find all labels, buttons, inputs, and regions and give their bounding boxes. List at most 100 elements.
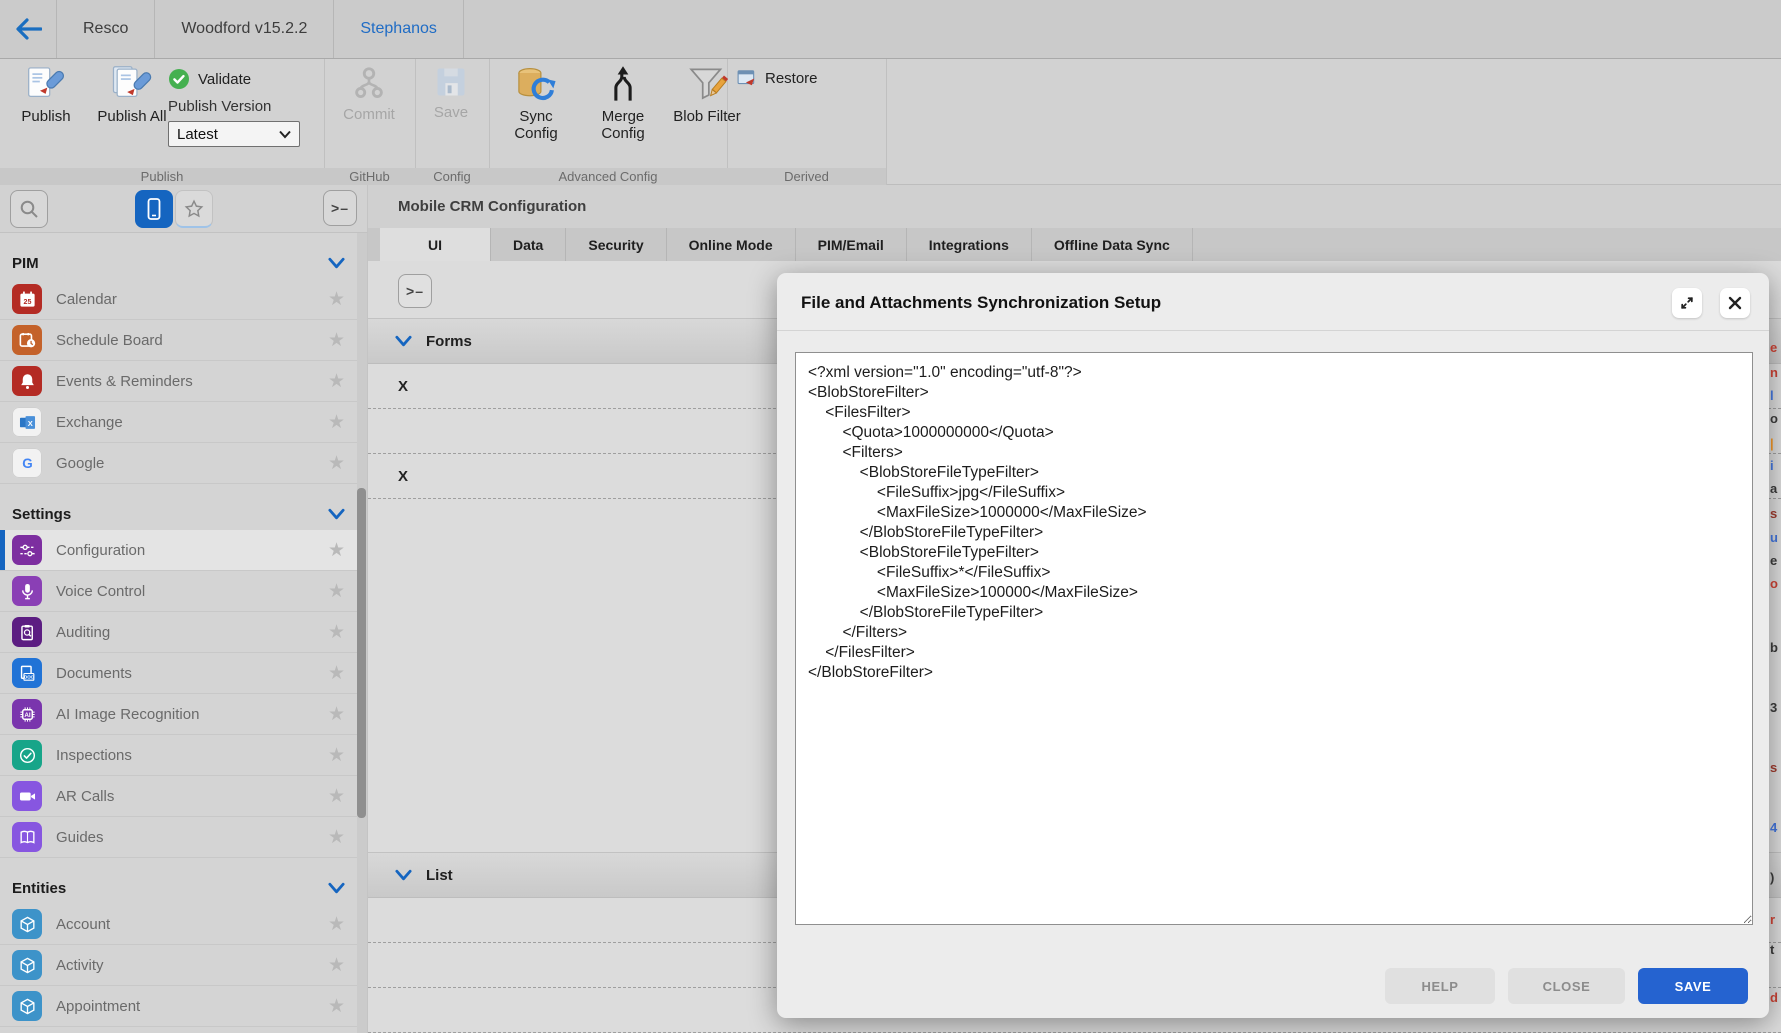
sidebar-item-configuration[interactable]: Configuration★ (0, 530, 367, 571)
sidebar-item-exchange[interactable]: XExchange★ (0, 402, 367, 443)
favorite-star-icon[interactable]: ★ (328, 582, 345, 601)
publish-button[interactable]: Publish (8, 64, 84, 125)
clipped-text-fragment: d (1770, 990, 1778, 1005)
close-icon (1728, 296, 1742, 310)
clipped-text-fragment: b (1770, 640, 1778, 655)
sidebar-item-calendar[interactable]: 25Calendar★ (0, 279, 367, 320)
audit-icon (18, 623, 37, 642)
search-icon (18, 198, 40, 220)
sidebar-item-schedule-board[interactable]: Schedule Board★ (0, 320, 367, 361)
sidebar-item-events-reminders[interactable]: Events & Reminders★ (0, 361, 367, 402)
tab-data[interactable]: Data (491, 228, 566, 261)
page-title: Mobile CRM Configuration (398, 185, 586, 228)
validate-check-icon (168, 68, 190, 90)
tab-security[interactable]: Security (566, 228, 666, 261)
favorite-star-icon[interactable]: ★ (328, 664, 345, 683)
documents-icon: DOC (18, 664, 37, 683)
sidebar-item-activity[interactable]: Activity★ (0, 945, 367, 986)
favorite-star-icon[interactable]: ★ (328, 623, 345, 642)
svg-text:AI: AI (24, 712, 31, 719)
tab-online-mode[interactable]: Online Mode (667, 228, 796, 261)
video-camera-icon-tile (12, 781, 42, 811)
svg-text:25: 25 (23, 297, 31, 305)
favorite-star-icon[interactable]: ★ (328, 915, 345, 934)
calendar-icon: 25 (18, 290, 37, 309)
sidebar-item-voice-control[interactable]: Voice Control★ (0, 571, 367, 612)
chevron-down-icon (328, 508, 345, 521)
favorite-star-icon[interactable]: ★ (328, 454, 345, 473)
clipped-text-fragment: o (1770, 411, 1778, 426)
save-dialog-button[interactable]: SAVE (1638, 968, 1748, 1004)
topbar-tab-resco[interactable]: Resco (57, 0, 155, 58)
mobile-view-button[interactable] (135, 190, 173, 228)
favorite-star-icon[interactable]: ★ (328, 541, 345, 560)
sidebar-item-ar-calls[interactable]: AR Calls★ (0, 776, 367, 817)
sidebar-item-ai-image-recognition[interactable]: AIAI Image Recognition★ (0, 694, 367, 735)
blob-filter-xml-editor[interactable] (795, 352, 1753, 925)
favorite-star-icon[interactable]: ★ (328, 413, 345, 432)
topbar-tab-woodford-v15-2-2[interactable]: Woodford v15.2.2 (155, 0, 334, 58)
sidebar-item-documents[interactable]: DOCDocuments★ (0, 653, 367, 694)
clipped-text-fragment: o (1770, 576, 1778, 591)
favorite-star-icon[interactable]: ★ (328, 331, 345, 350)
validate-button[interactable]: Validate (168, 68, 251, 90)
clipped-text-fragment: l (1770, 388, 1774, 403)
sidebar-section-settings[interactable]: Settings (0, 498, 367, 530)
favorite-star-icon[interactable]: ★ (328, 705, 345, 724)
favorite-star-icon[interactable]: ★ (328, 746, 345, 765)
expand-dialog-button[interactable] (1672, 288, 1702, 318)
sidebar-item-appointment[interactable]: Appointment★ (0, 986, 367, 1027)
tab-pim-email[interactable]: PIM/Email (796, 228, 907, 261)
microphone-icon-tile (12, 576, 42, 606)
bell-icon-tile (12, 366, 42, 396)
topbar-tab-stephanos[interactable]: Stephanos (334, 0, 464, 58)
sliders-icon-tile (12, 535, 42, 565)
favorites-filter-button[interactable] (175, 190, 213, 228)
sidebar-item-account[interactable]: Account★ (0, 904, 367, 945)
cube-icon (18, 956, 37, 975)
favorite-star-icon[interactable]: ★ (328, 290, 345, 309)
dialog-title: File and Attachments Synchronization Set… (801, 288, 1161, 318)
back-button[interactable] (0, 0, 57, 58)
sidebar-section-pim[interactable]: PIM (0, 247, 367, 279)
cube-icon-tile (12, 991, 42, 1021)
favorite-star-icon[interactable]: ★ (328, 787, 345, 806)
save-button[interactable]: Save (420, 64, 482, 121)
sync-config-icon (514, 64, 558, 104)
tab-integrations[interactable]: Integrations (907, 228, 1032, 261)
sidebar-navigation: PIM25Calendar★Schedule Board★Events & Re… (0, 233, 368, 1033)
exchange-icon-tile: X (12, 407, 42, 437)
sidebar-section-entities[interactable]: Entities (0, 872, 367, 904)
merge-config-button[interactable]: Merge Config (580, 64, 666, 142)
sync-config-button[interactable]: Sync Config (496, 64, 576, 142)
content-console-button[interactable]: >– (398, 274, 432, 308)
sidebar-console-button[interactable]: >– (323, 190, 357, 226)
search-button[interactable] (10, 190, 48, 228)
help-button[interactable]: HELP (1385, 968, 1495, 1004)
sidebar-item-guides[interactable]: Guides★ (0, 817, 367, 858)
publish-all-button[interactable]: Publish All (86, 64, 178, 125)
ribbon-group-config: Config (415, 168, 489, 185)
sidebar-item-google[interactable]: GGoogle★ (0, 443, 367, 484)
tab-ui[interactable]: UI (380, 228, 491, 261)
check-circle-icon-tile (12, 740, 42, 770)
favorite-star-icon[interactable]: ★ (328, 997, 345, 1016)
restore-icon (737, 69, 757, 87)
favorite-star-icon[interactable]: ★ (328, 828, 345, 847)
sidebar-item-inspections[interactable]: Inspections★ (0, 735, 367, 776)
tab-offline-data-sync[interactable]: Offline Data Sync (1032, 228, 1193, 261)
sidebar-item-auditing[interactable]: Auditing★ (0, 612, 367, 653)
schedule-board-icon-tile (12, 325, 42, 355)
commit-button[interactable]: Commit (330, 64, 408, 123)
favorite-star-icon[interactable]: ★ (328, 372, 345, 391)
close-dialog-button[interactable] (1720, 288, 1750, 318)
close-button[interactable]: CLOSE (1508, 968, 1625, 1004)
clipped-text-fragment: 3 (1770, 700, 1777, 715)
ai-chip-icon: AI (18, 705, 37, 724)
clipped-text-fragment: e (1770, 553, 1777, 568)
publish-all-icon (111, 64, 153, 104)
restore-button[interactable]: Restore (737, 69, 818, 87)
publish-version-select[interactable]: Latest (168, 121, 300, 147)
favorite-star-icon[interactable]: ★ (328, 956, 345, 975)
sidebar-scrollbar-thumb[interactable] (357, 488, 366, 818)
